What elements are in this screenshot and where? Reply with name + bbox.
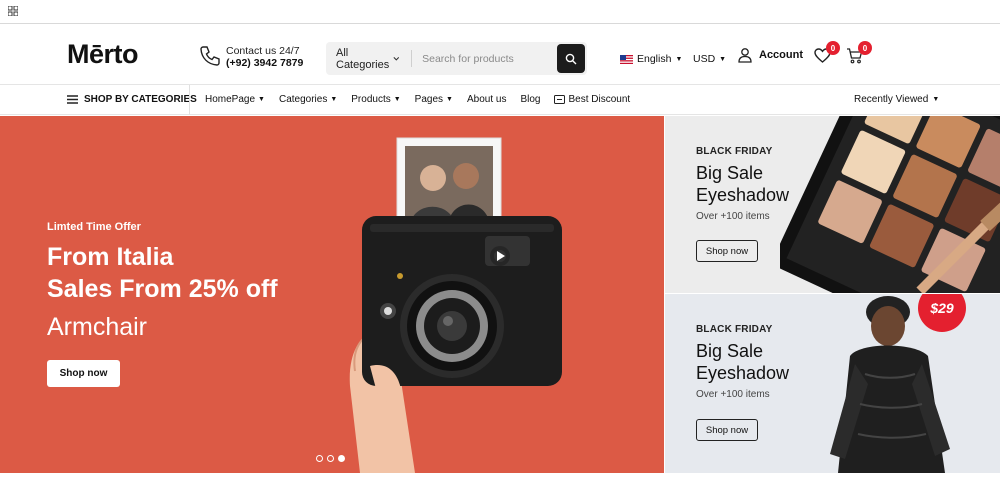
site-logo[interactable]: Mērto — [67, 39, 139, 70]
caret-down-icon: ▼ — [932, 96, 940, 103]
nav-item-categories[interactable]: Categories ▼ — [279, 94, 337, 105]
nav-item-best-discount[interactable]: Best Discount — [554, 94, 630, 105]
promo-subtitle: Over +100 items — [696, 211, 770, 222]
us-flag-icon — [620, 54, 633, 64]
language-label: English — [637, 53, 672, 65]
chevron-down-icon — [392, 56, 399, 61]
slider-dots — [316, 455, 345, 462]
nav-item-homepage[interactable]: HomePage ▼ — [205, 94, 265, 105]
hero-shop-now-button[interactable]: Shop now — [47, 360, 120, 387]
hero-heading-line1: From Italia — [47, 243, 174, 271]
caret-down-icon: ▼ — [258, 96, 265, 103]
user-icon — [738, 48, 752, 63]
hero-heading-line2: Sales From 25% off — [47, 275, 278, 303]
currency-select[interactable]: USD ▼ — [693, 53, 726, 65]
promo-subtitle: Over +100 items — [696, 389, 770, 400]
nav-item-products[interactable]: Products ▼ — [351, 94, 400, 105]
caret-down-icon: ▼ — [675, 55, 683, 63]
nav-item-label: Categories — [278, 94, 328, 105]
promo-shop-now-button[interactable]: Shop now — [696, 240, 758, 262]
category-select[interactable]: All Categories — [326, 47, 413, 71]
eyeshadow-palette-image — [780, 116, 1000, 293]
caret-down-icon: ▼ — [446, 96, 453, 103]
caret-down-icon: ▼ — [393, 96, 401, 103]
nav-item-label: Blog — [520, 94, 541, 105]
nav-item-label: Pages — [414, 94, 444, 105]
promo-title-line1: Big Sale — [696, 341, 764, 361]
main-nav: SHOP BY CATEGORIES HomePage ▼ Categories ▼… — [0, 85, 1000, 115]
promo-tag: BLACK FRIDAY — [696, 146, 773, 157]
nav-item-label: About us — [466, 94, 507, 105]
promo-text: BLACK FRIDAY Big Sale Eyeshadow Over +10… — [696, 146, 789, 222]
hero-tagline: Limted Time Offer — [47, 221, 141, 233]
discount-tag-icon — [554, 95, 566, 104]
contact-info: Contact us 24/7 (+92) 3942 7879 — [226, 45, 303, 69]
hero-slider[interactable]: Limted Time Offer From Italia Sales From… — [0, 116, 664, 473]
hero-heading-line3: Armchair — [47, 313, 148, 341]
promo-card-jacket[interactable]: $29 BLACK FRIDAY Big Sale Eyeshadow Over… — [665, 294, 1000, 473]
category-select-label: All Categories — [336, 46, 390, 71]
shop-by-categories-button[interactable]: SHOP BY CATEGORIES — [67, 94, 197, 105]
slider-dot[interactable] — [316, 455, 323, 462]
instant-camera-image — [349, 137, 562, 473]
search-bar: All Categories — [326, 42, 587, 75]
search-input[interactable] — [412, 52, 558, 65]
nav-item-label: Best Discount — [568, 94, 631, 105]
account-label: Account — [759, 49, 803, 61]
slider-dot-active[interactable] — [338, 455, 345, 462]
jacket-model-image — [830, 296, 950, 473]
promo-title-line2: Eyeshadow — [696, 185, 790, 205]
nav-item-pages[interactable]: Pages ▼ — [415, 94, 453, 105]
nav-item-label: HomePage — [205, 94, 256, 105]
cart-button[interactable]: 0 — [846, 41, 872, 69]
nav-divider — [189, 85, 190, 115]
recently-viewed-label: Recently Viewed — [854, 94, 929, 105]
recently-viewed-dropdown[interactable]: Recently Viewed ▼ — [854, 94, 939, 105]
search-icon — [565, 53, 577, 64]
promo-title-line1: Big Sale — [696, 163, 764, 183]
nav-item-blog[interactable]: Blog — [520, 94, 540, 105]
nav-item-about-us[interactable]: About us — [467, 94, 506, 105]
account-link[interactable]: Account — [737, 47, 803, 63]
contact-label: Contact us 24/7 — [226, 45, 300, 57]
menu-icon — [67, 95, 78, 104]
promo-tag: BLACK FRIDAY — [696, 324, 773, 335]
cart-count-badge: 0 — [858, 41, 872, 55]
search-button[interactable] — [557, 44, 585, 73]
caret-down-icon: ▼ — [330, 96, 338, 103]
caret-down-icon: ▼ — [719, 55, 727, 63]
currency-label: USD — [693, 53, 716, 65]
promo-shop-now-button[interactable]: Shop now — [696, 419, 758, 441]
apps-grid-icon[interactable] — [8, 6, 18, 16]
contact-phone[interactable]: (+92) 3942 7879 — [226, 57, 303, 69]
wishlist-button[interactable]: 0 — [814, 41, 840, 68]
promo-card-eyeshadow[interactable]: BLACK FRIDAY Big Sale Eyeshadow Over +10… — [665, 116, 1000, 293]
browser-top-bar — [0, 0, 1000, 24]
wishlist-count-badge: 0 — [826, 41, 840, 55]
language-select[interactable]: English ▼ — [620, 53, 682, 65]
phone-icon — [200, 46, 220, 66]
shop-by-categories-label: SHOP BY CATEGORIES — [84, 94, 197, 105]
promo-title-line2: Eyeshadow — [696, 363, 790, 383]
nav-links: HomePage ▼ Categories ▼ Products ▼ Pages ▼ A… — [205, 94, 644, 105]
site-header: Mērto Contact us 24/7 (+92) 3942 7879 Al… — [0, 24, 1000, 85]
nav-item-label: Products — [351, 94, 391, 105]
slider-dot[interactable] — [327, 455, 334, 462]
hero-text: Limted Time Offer From Italia Sales From… — [47, 221, 278, 347]
page-bottom-strip — [0, 473, 1000, 478]
promo-text: BLACK FRIDAY Big Sale Eyeshadow Over +10… — [696, 324, 789, 400]
